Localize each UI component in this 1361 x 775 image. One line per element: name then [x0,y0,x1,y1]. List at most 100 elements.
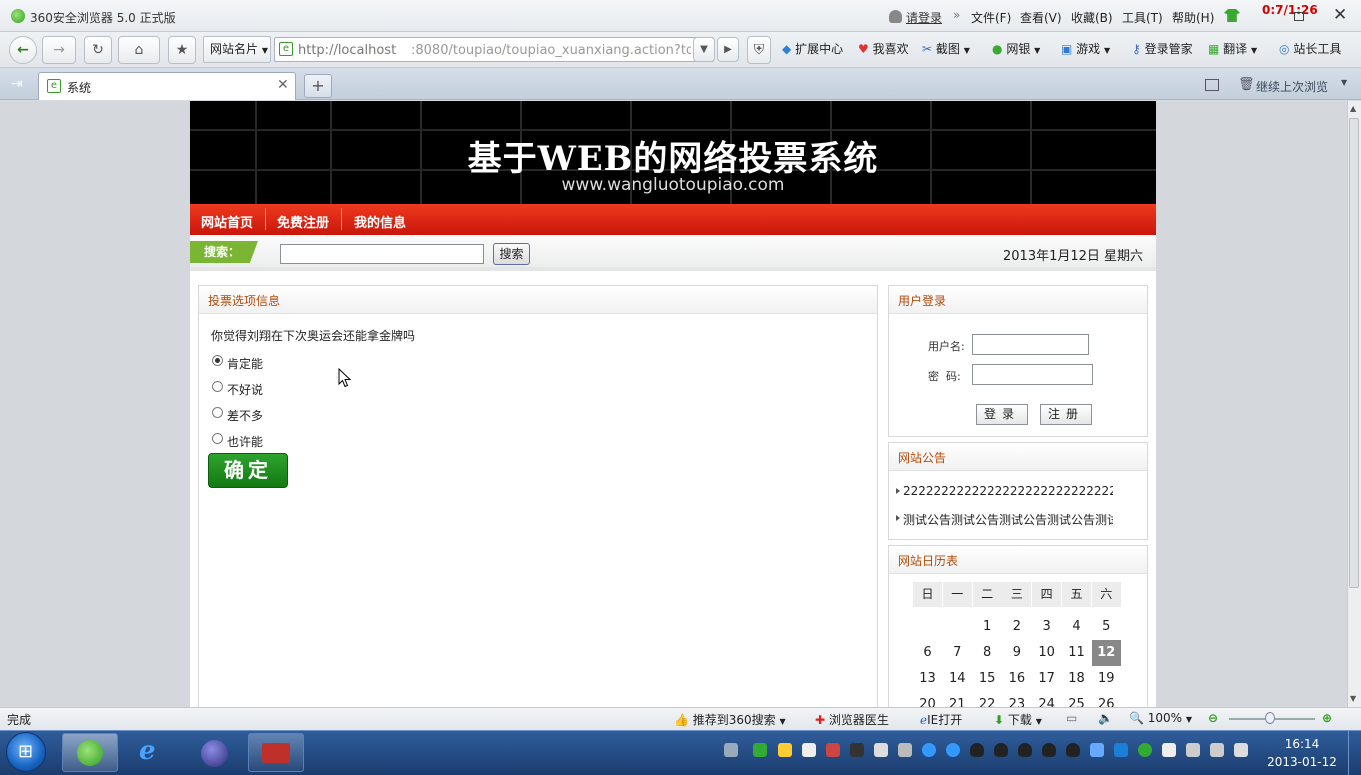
calendar-day[interactable]: 17 [1032,666,1061,692]
qq-tray-icon[interactable] [994,743,1008,757]
monitor-icon[interactable]: ▭ [1066,711,1077,725]
taskbar-360browser[interactable] [62,733,118,772]
tray-app-icon[interactable] [802,743,816,757]
keyboard-tray-icon[interactable] [724,743,738,757]
refresh-button[interactable]: ↻ [84,36,112,64]
tab-list-icon[interactable] [1205,79,1219,91]
recommend-360-search[interactable]: 👍 推荐到360搜索 ▼ [674,711,786,728]
vote-option-radio-4[interactable] [212,433,223,444]
qq-tray-icon[interactable] [1066,743,1080,757]
nav-register[interactable]: 免费注册 [277,212,329,231]
vote-option-label[interactable]: 也许能 [227,433,263,450]
close-tab-icon[interactable]: ✕ [277,77,289,93]
back-button[interactable]: ← [9,36,37,64]
calendar-day[interactable]: 5 [1092,614,1121,640]
vote-option-radio-3[interactable] [212,407,223,418]
trash-icon[interactable]: 🗑 [1238,77,1255,92]
calendar-day[interactable]: 4 [1062,614,1091,640]
download-button[interactable]: ⬇ 下载 ▼ [994,711,1042,728]
calendar-day[interactable]: 18 [1062,666,1091,692]
calendar-today[interactable]: 12 [1091,640,1121,666]
scroll-down-icon[interactable]: ▼ [1350,694,1356,703]
site-cards-dropdown[interactable]: 网站名片 ▼ [203,36,271,63]
forward-button[interactable]: → [42,36,76,64]
tray-app-icon[interactable] [946,743,960,757]
vote-option-label[interactable]: 不好说 [227,381,263,398]
address-dropdown-button[interactable]: ▼ [693,37,715,62]
vote-option-radio-1[interactable] [212,355,223,366]
device-tray-icon[interactable] [1186,743,1200,757]
close-window-icon[interactable]: ✕ [1333,5,1347,25]
search-input[interactable] [280,244,484,264]
menu-file[interactable]: 文件(F) [971,9,1011,26]
calendar-day[interactable]: 11 [1062,640,1091,666]
calendar-day[interactable]: 8 [973,640,1002,666]
qq-tray-icon[interactable] [1042,743,1056,757]
login-manager-button[interactable]: ⚷ 登录管家 [1132,40,1193,57]
menu-tools[interactable]: 工具(T) [1122,9,1163,26]
security-shield-button[interactable]: ⛨ [747,36,771,64]
home-button[interactable]: ⌂ [118,36,160,64]
network-tray-icon[interactable] [1234,743,1248,757]
nav-home[interactable]: 网站首页 [201,212,253,231]
volume-icon[interactable]: 🔈 [1098,711,1113,725]
calendar-day[interactable]: 1 [973,614,1002,640]
register-button[interactable]: 注册 [1040,404,1092,425]
calendar-day[interactable]: 15 [973,666,1002,692]
tray-app-icon[interactable] [874,743,888,757]
scrollbar-thumb[interactable] [1349,118,1359,588]
calendar-day[interactable]: 6 [913,640,942,666]
extensions-button[interactable]: ◆ 扩展中心 [782,40,843,57]
volume-tray-icon[interactable] [1210,743,1224,757]
calendar-day[interactable]: 9 [1002,640,1031,666]
tray-app-icon[interactable] [826,743,840,757]
taskbar-eclipse[interactable] [186,733,242,772]
zoom-slider-thumb[interactable] [1265,712,1275,724]
restore-last-session[interactable]: 继续上次浏览 [1256,78,1328,95]
vote-option-label[interactable]: 肯定能 [227,355,263,372]
new-tab-button[interactable]: + [304,74,332,98]
tray-app-icon[interactable] [1090,743,1104,757]
zoom-out-icon[interactable]: ⊖ [1208,711,1218,725]
calendar-day[interactable]: 19 [1092,666,1121,692]
username-input[interactable] [972,334,1089,355]
tray-app-icon[interactable] [898,743,912,757]
ie-open-button[interactable]: ℯIE打开 [920,711,962,728]
login-link[interactable]: 请登录 [906,9,942,26]
screenshot-button[interactable]: ✂ 截图 ▼ [922,40,970,57]
notice-item[interactable]: 测试公告测试公告测试公告测试公告测试 [903,511,1113,528]
menu-help[interactable]: 帮助(H) [1172,9,1214,26]
nav-my-info[interactable]: 我的信息 [354,212,406,231]
search-button[interactable]: 搜索 [493,243,530,265]
netbank-button[interactable]: ● 网银 ▼ [992,40,1040,57]
password-input[interactable] [972,364,1093,385]
start-button[interactable]: ⊞ [6,732,46,772]
zoom-in-icon[interactable]: ⊕ [1322,711,1332,725]
scroll-up-icon[interactable]: ▲ [1350,104,1356,113]
qq-tray-icon[interactable] [1018,743,1032,757]
calendar-day[interactable]: 16 [1002,666,1031,692]
favorites-button[interactable]: ♥ 我喜欢 [858,40,909,57]
tab-system[interactable]: e 系统 ✕ [38,72,296,100]
calendar-day[interactable]: 13 [913,666,942,692]
calendar-day[interactable]: 3 [1032,614,1061,640]
chevron-down-icon[interactable]: ▼ [1341,78,1347,87]
games-button[interactable]: ▣ 游戏 ▼ [1061,40,1110,57]
skin-shirt-icon[interactable] [1224,9,1240,22]
address-bar[interactable]: e http://localhost :8080/toupiao/toupiao… [274,37,714,62]
taskbar-ie[interactable]: ℯ [124,733,180,772]
tray-app-icon[interactable] [753,743,767,757]
taskbar-toolbox[interactable] [248,733,304,772]
vote-option-radio-2[interactable] [212,381,223,392]
tray-app-icon[interactable] [778,743,792,757]
bookmark-star-button[interactable]: ★ [168,36,196,64]
browser-doctor-button[interactable]: ✚ 浏览器医生 [815,711,889,728]
translate-button[interactable]: ▦ 翻译 ▼ [1208,40,1257,57]
shield-tray-icon[interactable] [1114,743,1128,757]
login-button[interactable]: 登录 [976,404,1028,425]
calendar-day[interactable]: 2 [1002,614,1031,640]
tray-app-icon[interactable] [922,743,936,757]
go-button[interactable]: ▶ [717,37,739,62]
webmaster-tools-button[interactable]: ◎ 站长工具 [1279,40,1341,57]
flag-tray-icon[interactable] [1162,743,1176,757]
